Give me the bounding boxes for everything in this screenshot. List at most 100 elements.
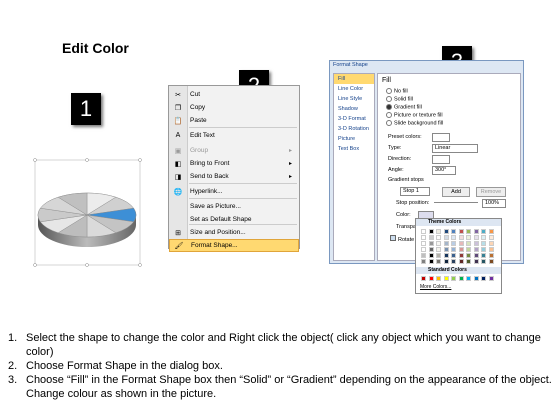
theme-color-swatch[interactable] (451, 247, 456, 252)
theme-color-swatch[interactable] (421, 229, 426, 234)
fill-option-solid-fill[interactable]: Solid fill (386, 96, 413, 102)
theme-color-swatch[interactable] (458, 241, 464, 246)
theme-color-swatch[interactable] (488, 253, 494, 258)
theme-color-swatch[interactable] (473, 241, 479, 246)
theme-color-swatch[interactable] (436, 253, 441, 258)
angle-input[interactable]: 300° (432, 166, 456, 175)
theme-color-swatch[interactable] (436, 259, 441, 264)
theme-color-swatch[interactable] (428, 241, 434, 246)
theme-color-swatch[interactable] (481, 253, 486, 258)
theme-color-swatch[interactable] (458, 253, 464, 258)
theme-color-swatch[interactable] (436, 235, 441, 240)
theme-color-swatch[interactable] (473, 259, 479, 264)
stop-position-slider[interactable] (434, 202, 478, 203)
theme-color-swatch[interactable] (451, 241, 456, 246)
add-stop-button[interactable]: Add (442, 187, 470, 197)
more-colors-link[interactable]: More Colors... (420, 284, 451, 290)
theme-color-swatch[interactable] (458, 259, 464, 264)
menu-item-group[interactable]: ▣ Group ▸ (169, 144, 299, 157)
standard-color-swatch[interactable] (466, 276, 471, 281)
rotate-checkbox[interactable]: Rotate (390, 235, 414, 243)
theme-color-swatch[interactable] (488, 229, 494, 234)
theme-color-swatch[interactable] (436, 247, 441, 252)
theme-color-swatch[interactable] (473, 229, 479, 234)
theme-color-swatch[interactable] (488, 241, 494, 246)
menu-item-paste[interactable]: 📋 Paste (169, 114, 299, 127)
fill-option-picture-or-texture-fill[interactable]: Picture or texture fill (386, 112, 443, 118)
theme-color-swatch[interactable] (466, 241, 471, 246)
theme-color-swatch[interactable] (466, 229, 471, 234)
theme-color-swatch[interactable] (428, 229, 434, 234)
standard-color-swatch[interactable] (421, 276, 426, 281)
theme-color-swatch[interactable] (421, 253, 426, 258)
theme-color-swatch[interactable] (421, 235, 426, 240)
category-3-d-format[interactable]: 3-D Format (334, 114, 374, 124)
theme-color-swatch[interactable] (473, 253, 479, 258)
theme-color-swatch[interactable] (451, 229, 456, 234)
theme-color-swatch[interactable] (451, 253, 456, 258)
theme-color-swatch[interactable] (436, 241, 441, 246)
fill-option-no-fill[interactable]: No fill (386, 88, 408, 94)
fill-option-slide-background-fill[interactable]: Slide background fill (386, 120, 443, 126)
theme-color-swatch[interactable] (421, 247, 426, 252)
preset-picker[interactable] (432, 133, 450, 142)
theme-color-swatch[interactable] (481, 241, 486, 246)
menu-item-size-and-position[interactable]: ⊞ Size and Position... (169, 226, 299, 239)
menu-item-hyperlink[interactable]: 🌐 Hyperlink... (169, 185, 299, 198)
menu-item-format-shape[interactable]: 🖌 Format Shape... (169, 239, 299, 252)
theme-color-swatch[interactable] (428, 235, 434, 240)
standard-color-swatch[interactable] (488, 276, 494, 281)
menu-item-bring-to-front[interactable]: ◧ Bring to Front ▸ (169, 157, 299, 170)
standard-color-swatch[interactable] (428, 276, 434, 281)
theme-color-swatch[interactable] (466, 235, 471, 240)
standard-color-swatch[interactable] (443, 276, 449, 281)
standard-color-swatch[interactable] (436, 276, 441, 281)
menu-item-cut[interactable]: ✂ Cut (169, 88, 299, 101)
remove-stop-button[interactable]: Remove (476, 187, 506, 197)
category-line-color[interactable]: Line Color (334, 84, 374, 94)
theme-color-swatch[interactable] (481, 259, 486, 264)
category-picture[interactable]: Picture (334, 134, 374, 144)
category-fill[interactable]: Fill (334, 74, 374, 84)
theme-color-swatch[interactable] (458, 235, 464, 240)
stop-select[interactable]: Stop 1 (400, 187, 430, 196)
theme-color-swatch[interactable] (488, 235, 494, 240)
menu-item-save-as-picture[interactable]: Save as Picture... (169, 200, 299, 213)
theme-color-swatch[interactable] (451, 235, 456, 240)
menu-item-send-to-back[interactable]: ◨ Send to Back ▸ (169, 170, 299, 183)
stop-position-input[interactable]: 100% (482, 199, 506, 208)
theme-color-swatch[interactable] (428, 259, 434, 264)
theme-color-swatch[interactable] (443, 229, 449, 234)
theme-color-swatch[interactable] (466, 247, 471, 252)
theme-color-swatch[interactable] (443, 259, 449, 264)
theme-color-swatch[interactable] (466, 259, 471, 264)
theme-color-swatch[interactable] (481, 235, 486, 240)
theme-color-swatch[interactable] (443, 247, 449, 252)
theme-color-swatch[interactable] (458, 229, 464, 234)
theme-color-swatch[interactable] (443, 235, 449, 240)
theme-color-swatch[interactable] (421, 241, 426, 246)
category-3-d-rotation[interactable]: 3-D Rotation (334, 124, 374, 134)
theme-color-swatch[interactable] (443, 253, 449, 258)
theme-color-swatch[interactable] (458, 247, 464, 252)
category-line-style[interactable]: Line Style (334, 94, 374, 104)
theme-color-swatch[interactable] (473, 247, 479, 252)
theme-color-swatch[interactable] (428, 247, 434, 252)
theme-color-swatch[interactable] (436, 229, 441, 234)
standard-color-swatch[interactable] (473, 276, 479, 281)
type-select[interactable]: Linear (432, 144, 478, 153)
theme-color-swatch[interactable] (466, 253, 471, 258)
direction-picker[interactable] (432, 155, 450, 164)
fill-option-gradient-fill[interactable]: Gradient fill (386, 104, 422, 110)
standard-color-swatch[interactable] (451, 276, 456, 281)
theme-color-swatch[interactable] (428, 253, 434, 258)
category-shadow[interactable]: Shadow (334, 104, 374, 114)
theme-color-swatch[interactable] (421, 259, 426, 264)
theme-color-swatch[interactable] (451, 259, 456, 264)
theme-color-swatch[interactable] (481, 229, 486, 234)
theme-color-swatch[interactable] (473, 235, 479, 240)
menu-item-edit-text[interactable]: A Edit Text (169, 129, 299, 142)
theme-color-swatch[interactable] (488, 247, 494, 252)
standard-color-swatch[interactable] (481, 276, 486, 281)
menu-item-copy[interactable]: ❐ Copy (169, 101, 299, 114)
